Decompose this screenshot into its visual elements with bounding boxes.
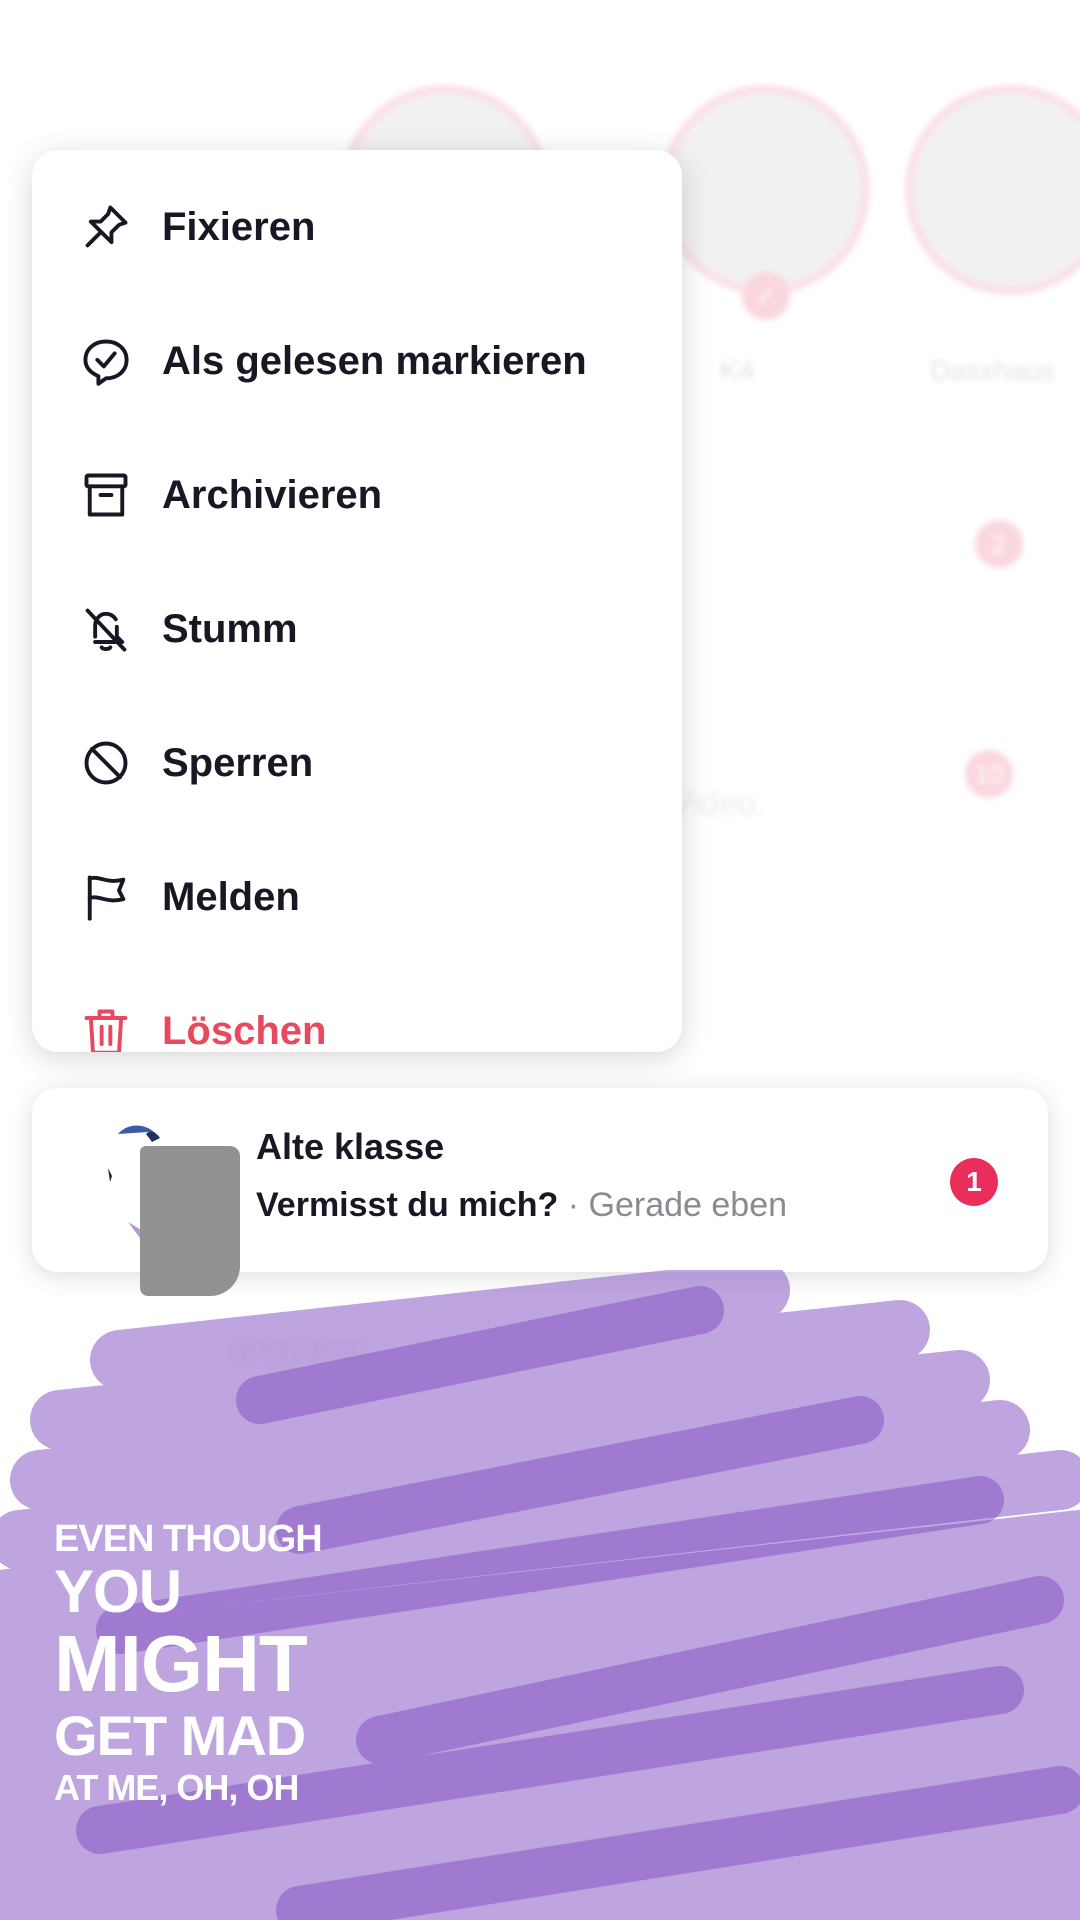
background-message-preview: Video. [670, 785, 766, 823]
menu-item-archive[interactable]: Archivieren [32, 440, 682, 550]
menu-item-label: Melden [162, 874, 300, 919]
lyric-line-2: YOU [54, 1558, 182, 1625]
lyrics-overlay: EVEN THOUGH YOU MIGHT GET MAD AT ME, OH,… [54, 1518, 323, 1808]
archive-box-icon [80, 469, 132, 521]
unread-count-badge-2: 10 [965, 750, 1013, 798]
menu-item-label: Stumm [162, 606, 298, 651]
chat-context-menu: Fixieren Als gelesen markieren Archivier… [32, 150, 682, 1052]
last-message: Vermisst du mich? [256, 1186, 559, 1224]
menu-item-label: Fixieren [162, 204, 316, 249]
menu-item-label: Als gelesen markieren [162, 338, 587, 383]
story-avatar-2 [660, 85, 870, 295]
menu-item-block[interactable]: Sperren [32, 708, 682, 818]
menu-item-delete[interactable]: Löschen [32, 976, 682, 1052]
menu-item-label: Löschen [162, 1008, 327, 1053]
lyric-line-5: AT ME, OH, OH [54, 1767, 299, 1808]
menu-item-mark-read[interactable]: Als gelesen markieren [32, 306, 682, 416]
message-separator: · [558, 1186, 589, 1224]
menu-item-pin[interactable]: Fixieren [32, 172, 682, 282]
lyric-line-4: GET MAD [54, 1704, 306, 1767]
story-name-1: K4 [720, 355, 755, 386]
menu-item-report[interactable]: Melden [32, 842, 682, 952]
flag-icon [80, 871, 132, 923]
story-name-2: Dasxhaus [930, 355, 1055, 386]
story-avatar-3 [905, 85, 1080, 295]
pin-icon [80, 201, 132, 253]
unread-badge: 1 [950, 1158, 998, 1206]
trash-icon [80, 1005, 132, 1052]
chat-preview: Vermisst du mich? · Gerade eben [256, 1186, 787, 1225]
chat-check-icon [80, 335, 132, 387]
menu-item-label: Sperren [162, 740, 314, 785]
lyric-line-1: EVEN THOUGH [54, 1518, 323, 1560]
chat-list-item[interactable]: Alte klasse Vermisst du mich? · Gerade e… [32, 1088, 1048, 1296]
menu-item-label: Archivieren [162, 472, 383, 517]
chat-name: Alte klasse [256, 1126, 445, 1167]
block-icon [80, 737, 132, 789]
menu-item-mute[interactable]: Stumm [32, 574, 682, 684]
bell-off-icon [80, 603, 132, 655]
unread-count-badge-1: 2 [975, 520, 1023, 568]
story-badge: ✓ [742, 272, 790, 320]
lyric-line-3: MIGHT [54, 1619, 308, 1708]
message-time: Gerade eben [588, 1186, 788, 1224]
